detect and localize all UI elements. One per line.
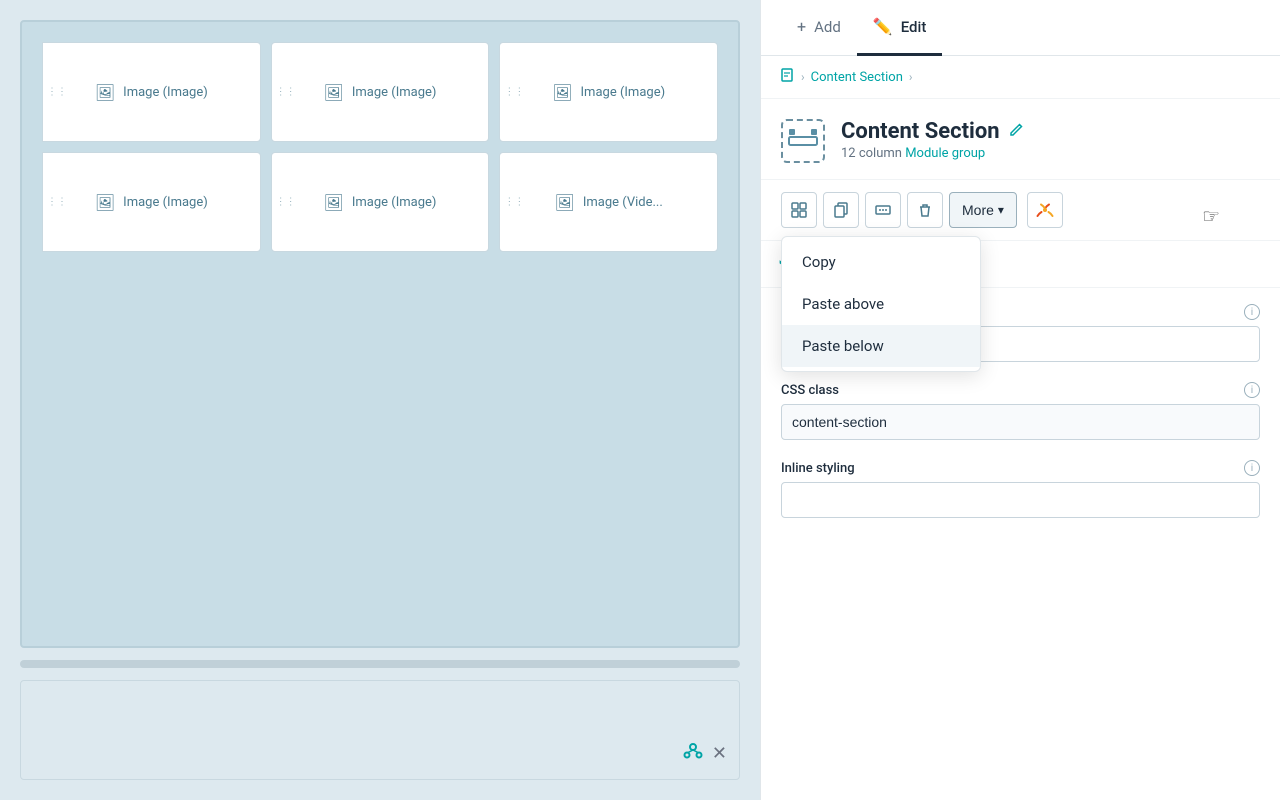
dropdown-paste-below[interactable]: Paste below (782, 325, 980, 367)
dropdown-copy[interactable]: Copy (782, 241, 980, 283)
inline-styling-field: Inline styling i (781, 460, 1260, 518)
module-group-link[interactable]: Module group (905, 146, 985, 161)
image-icon: 🖼 (324, 193, 344, 212)
section-icon-box (781, 119, 825, 163)
resize-button[interactable] (865, 192, 901, 228)
css-class-label-row: CSS class i (781, 382, 1260, 398)
dropdown-paste-above[interactable]: Paste above (782, 283, 980, 325)
edit-pencil-icon[interactable] (1008, 122, 1024, 142)
image-item[interactable]: ⋮⋮ 🖼 Image (Image) (271, 152, 490, 252)
css-class-info-icon[interactable]: i (1244, 382, 1260, 398)
toolbar: More ▾ Copy Paste above Paste below ☞ (761, 180, 1280, 241)
image-label: Image (Vide... (583, 195, 663, 210)
image-icon: 🖼 (95, 193, 115, 212)
close-icon-bottom[interactable]: ✕ (712, 743, 727, 764)
image-label: Image (Image) (581, 85, 666, 100)
css-class-input[interactable] (781, 404, 1260, 440)
tab-add[interactable]: + Add (781, 0, 857, 56)
delete-button[interactable] (907, 192, 943, 228)
copy-button[interactable] (823, 192, 859, 228)
inline-styling-info-icon[interactable]: i (1244, 460, 1260, 476)
section-title-row: Content Section (841, 119, 1260, 144)
image-icon: 🖼 (552, 83, 572, 102)
drag-handle: ⋮⋮ (47, 197, 67, 208)
canvas-area: ⋮⋮ 🖼 Image (Image) ⋮⋮ 🖼 Image (Image) ⋮⋮… (20, 20, 740, 648)
section-subtitle: 12 column Module group (841, 146, 1260, 161)
bottom-bar (20, 660, 740, 668)
tab-edit[interactable]: ✏️ Edit (857, 0, 943, 56)
drag-handle: ⋮⋮ (504, 87, 524, 98)
drag-handle: ⋮⋮ (276, 87, 296, 98)
left-panel: ⋮⋮ 🖼 Image (Image) ⋮⋮ 🖼 Image (Image) ⋮⋮… (0, 0, 760, 800)
section-title-group: Content Section 12 column Module group (841, 119, 1260, 161)
inline-styling-label-row: Inline styling i (781, 460, 1260, 476)
chevron-down-icon: ▾ (998, 203, 1004, 217)
hubspot-x-button[interactable] (1027, 192, 1063, 228)
inline-styling-input[interactable] (781, 482, 1260, 518)
image-label: Image (Image) (123, 195, 208, 210)
image-grid: ⋮⋮ 🖼 Image (Image) ⋮⋮ 🖼 Image (Image) ⋮⋮… (42, 42, 718, 252)
breadcrumb-sep-2: › (909, 70, 913, 84)
hubspot-icon (682, 740, 704, 767)
breadcrumb-sep-1: › (801, 70, 805, 84)
drag-handle: ⋮⋮ (47, 87, 67, 98)
image-item[interactable]: ⋮⋮ 🖼 Image (Image) (42, 152, 261, 252)
image-item[interactable]: ⋮⋮ 🖼 Image (Vide... (499, 152, 718, 252)
image-icon: 🖼 (555, 193, 575, 212)
css-class-field: CSS class i (781, 382, 1260, 440)
section-title: Content Section (841, 119, 1000, 144)
image-item[interactable]: ⋮⋮ 🖼 Image (Image) (499, 42, 718, 142)
plus-icon: + (797, 17, 806, 36)
tab-edit-label: Edit (901, 18, 927, 36)
section-header: Content Section 12 column Module group (761, 99, 1280, 180)
css-class-label: CSS class (781, 383, 839, 398)
breadcrumb-item-1[interactable]: Content Section (811, 70, 903, 85)
image-icon: 🖼 (324, 83, 344, 102)
right-panel: + Add ✏️ Edit › Content Section › (760, 0, 1280, 800)
pencil-icon: ✏️ (873, 17, 893, 36)
tabs-bar: + Add ✏️ Edit (761, 0, 1280, 56)
image-icon: 🖼 (95, 83, 115, 102)
tab-add-label: Add (814, 18, 841, 36)
bottom-icons: ✕ (682, 740, 727, 767)
image-label: Image (Image) (352, 85, 437, 100)
inline-styling-label: Inline styling (781, 461, 855, 476)
cursor-hand: ☞ (1202, 204, 1220, 228)
image-label: Image (Image) (352, 195, 437, 210)
image-label: Image (Image) (123, 85, 208, 100)
more-label: More (962, 202, 994, 218)
bottom-section: ✕ (20, 680, 740, 780)
image-item[interactable]: ⋮⋮ 🖼 Image (Image) (42, 42, 261, 142)
dropdown-menu: Copy Paste above Paste below (781, 236, 981, 372)
breadcrumb: › Content Section › (761, 56, 1280, 99)
file-icon (781, 68, 795, 86)
css-id-info-icon[interactable]: i (1244, 304, 1260, 320)
drag-handle: ⋮⋮ (276, 197, 296, 208)
image-item[interactable]: ⋮⋮ 🖼 Image (Image) (271, 42, 490, 142)
layout-button[interactable] (781, 192, 817, 228)
more-button[interactable]: More ▾ (949, 192, 1017, 228)
drag-handle: ⋮⋮ (504, 197, 524, 208)
